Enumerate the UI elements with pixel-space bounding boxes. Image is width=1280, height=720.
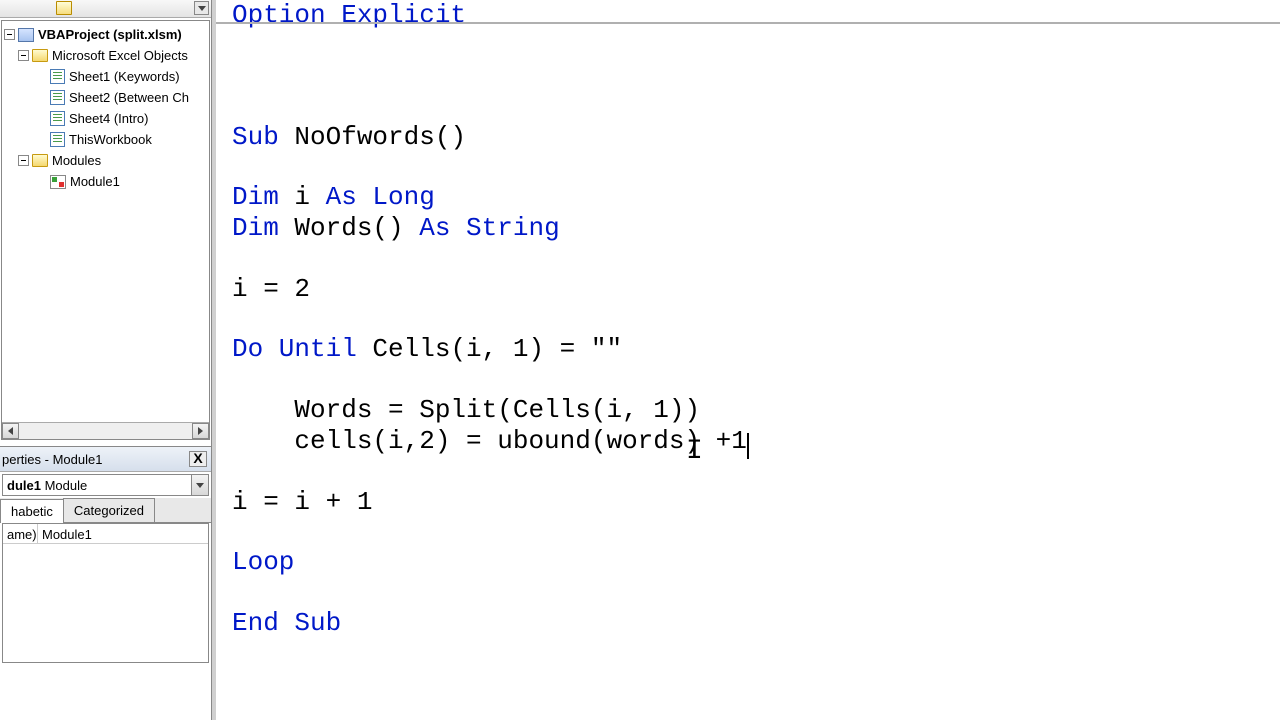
tree-item-label: Microsoft Excel Objects bbox=[52, 48, 188, 63]
modules-folder-node[interactable]: Modules bbox=[4, 150, 207, 171]
project-explorer-panel: VBAProject (split.xlsm) Microsoft Excel … bbox=[0, 0, 212, 720]
excel-objects-node[interactable]: Microsoft Excel Objects bbox=[4, 45, 207, 66]
sheet4-node[interactable]: Sheet4 (Intro) bbox=[4, 108, 207, 129]
properties-title-text: perties - Module1 bbox=[2, 452, 102, 467]
property-row[interactable]: ame) Module1 bbox=[3, 524, 208, 544]
object-selector-text: dule1 Module bbox=[3, 475, 191, 495]
close-button[interactable]: X bbox=[189, 451, 207, 467]
properties-grid[interactable]: ame) Module1 bbox=[2, 523, 209, 663]
object-selector[interactable]: dule1 Module bbox=[2, 474, 209, 496]
sheet2-node[interactable]: Sheet2 (Between Ch bbox=[4, 87, 207, 108]
module1-node[interactable]: Module1 bbox=[4, 171, 207, 192]
code-editor[interactable]: Option Explicit Sub NoOfwords() Dim i As… bbox=[212, 0, 1280, 720]
declarations-separator bbox=[216, 22, 1280, 24]
project-icon bbox=[18, 28, 34, 42]
code-content[interactable]: Option Explicit Sub NoOfwords() Dim i As… bbox=[216, 0, 1280, 639]
expand-toggle-icon[interactable] bbox=[18, 155, 29, 166]
tab-categorized[interactable]: Categorized bbox=[63, 498, 155, 522]
tree-item-label: Sheet4 (Intro) bbox=[69, 111, 149, 126]
worksheet-icon bbox=[50, 111, 65, 126]
project-root-node[interactable]: VBAProject (split.xlsm) bbox=[4, 24, 207, 45]
properties-panel: perties - Module1 X dule1 Module habetic… bbox=[0, 446, 211, 665]
scroll-right-button[interactable] bbox=[192, 423, 209, 439]
tree-item-label: Module1 bbox=[70, 174, 120, 189]
project-tree[interactable]: VBAProject (split.xlsm) Microsoft Excel … bbox=[1, 20, 210, 440]
folder-toolbar-icon[interactable] bbox=[56, 1, 72, 15]
worksheet-icon bbox=[50, 69, 65, 84]
horizontal-scrollbar[interactable] bbox=[2, 422, 209, 439]
property-value[interactable]: Module1 bbox=[38, 524, 208, 543]
tree-item-label: Sheet1 (Keywords) bbox=[69, 69, 180, 84]
property-name: ame) bbox=[3, 524, 38, 543]
tree-item-label: Sheet2 (Between Ch bbox=[69, 90, 189, 105]
project-toolbar bbox=[0, 0, 211, 18]
project-label: VBAProject (split.xlsm) bbox=[38, 27, 182, 42]
dropdown-icon[interactable] bbox=[191, 475, 208, 495]
module-icon bbox=[50, 175, 66, 189]
workbook-icon bbox=[50, 132, 65, 147]
tree-item-label: ThisWorkbook bbox=[69, 132, 152, 147]
expand-toggle-icon[interactable] bbox=[4, 29, 15, 40]
scroll-left-button[interactable] bbox=[2, 423, 19, 439]
properties-tabs: habetic Categorized bbox=[0, 498, 211, 523]
text-cursor bbox=[747, 433, 749, 459]
folder-icon bbox=[32, 49, 48, 62]
properties-titlebar: perties - Module1 X bbox=[0, 447, 211, 472]
folder-icon bbox=[32, 154, 48, 167]
sheet1-node[interactable]: Sheet1 (Keywords) bbox=[4, 66, 207, 87]
thisworkbook-node[interactable]: ThisWorkbook bbox=[4, 129, 207, 150]
tree-item-label: Modules bbox=[52, 153, 101, 168]
worksheet-icon bbox=[50, 90, 65, 105]
expand-toggle-icon[interactable] bbox=[18, 50, 29, 61]
toolbar-dropdown[interactable] bbox=[194, 1, 209, 15]
scroll-track[interactable] bbox=[19, 423, 192, 439]
tab-alphabetic[interactable]: habetic bbox=[0, 499, 64, 523]
